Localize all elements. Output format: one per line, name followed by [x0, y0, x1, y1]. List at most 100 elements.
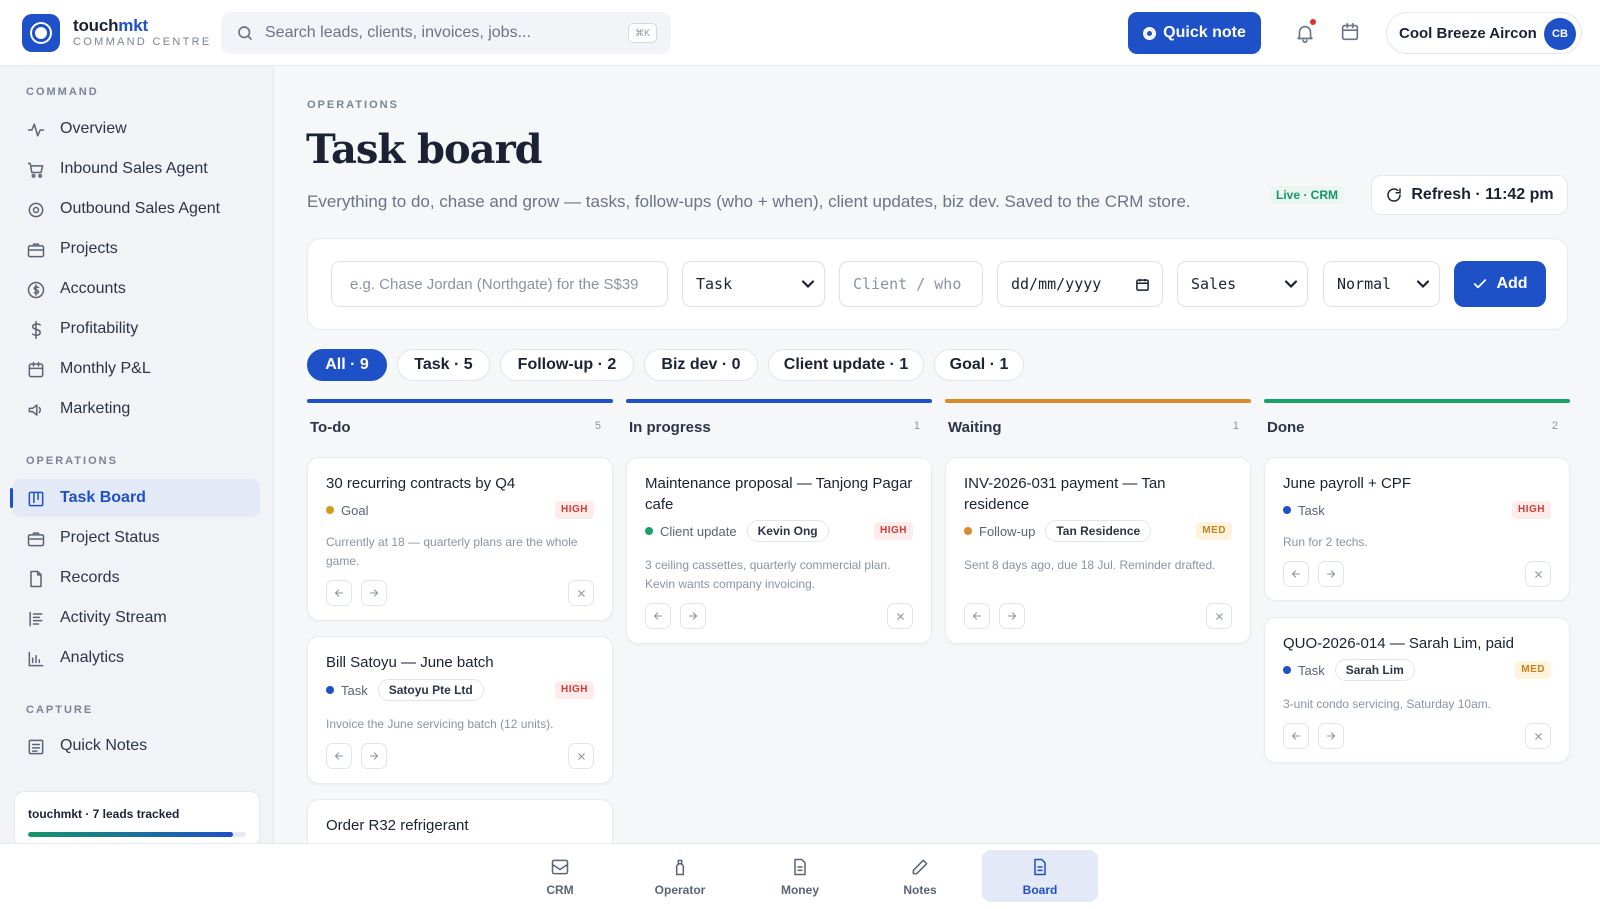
delete-button[interactable] [568, 743, 594, 769]
leads-progress-bar [28, 832, 246, 837]
client-pill[interactable]: Satoyu Pte Ltd [377, 679, 484, 701]
client-pill[interactable]: Sarah Lim [1334, 659, 1415, 681]
card-title: INV-2026-031 payment — Tan residence [964, 475, 1166, 513]
app-logo-icon[interactable] [22, 14, 60, 52]
bottom-tab-money[interactable]: Money [742, 850, 858, 902]
filter-task[interactable]: Task · 5 [397, 349, 490, 381]
card-description: Currently at 18 — quarterly plans are th… [326, 535, 578, 568]
refresh-icon [1387, 188, 1402, 202]
sidebar-item-project-status[interactable]: Project Status [12, 519, 260, 557]
move-left-button[interactable] [645, 603, 671, 629]
move-right-button[interactable] [361, 580, 387, 606]
calendar-icon[interactable] [1339, 21, 1361, 43]
move-right-button[interactable] [680, 603, 706, 629]
sidebar-item-quick-notes[interactable]: Quick Notes [12, 727, 260, 765]
sidebar-item-task-board[interactable]: Task Board [10, 479, 260, 517]
task-card[interactable]: 30 recurring contracts by Q4 Goal HIGH C… [307, 457, 613, 621]
search-bar[interactable]: ⌘K [221, 12, 671, 54]
card-actions [326, 743, 594, 769]
delete-button[interactable] [1525, 561, 1551, 587]
filter-all[interactable]: All · 9 [307, 349, 387, 381]
quick-note-button[interactable]: Quick note [1128, 12, 1261, 54]
move-left-button[interactable] [1283, 561, 1309, 587]
bottom-tab-operator[interactable]: Operator [622, 850, 738, 902]
delete-button[interactable] [1525, 723, 1551, 749]
column-title: To-do [310, 419, 351, 436]
bottom-tab-notes[interactable]: Notes [862, 850, 978, 902]
delete-button[interactable] [1206, 603, 1232, 629]
type-select[interactable]: Task [682, 261, 825, 307]
move-left-button[interactable] [326, 743, 352, 769]
chevron-down-icon [1417, 280, 1429, 289]
card-type: Follow-up [979, 523, 1036, 539]
sidebar-item-inbound-sales-agent[interactable]: Inbound Sales Agent [12, 150, 260, 188]
move-left-button[interactable] [1283, 723, 1309, 749]
filter-biz-dev[interactable]: Biz dev · 0 [644, 349, 758, 381]
refresh-button[interactable]: Refresh · 11:42 pm [1371, 175, 1568, 215]
move-left-button[interactable] [964, 603, 990, 629]
move-right-button[interactable] [999, 603, 1025, 629]
task-card[interactable]: QUO-2026-014 — Sarah Lim, paid Task Sara… [1264, 617, 1570, 763]
due-date-input[interactable]: dd/mm/yyyy [997, 261, 1163, 307]
close-icon [1534, 570, 1542, 578]
account-switcher[interactable]: Cool Breeze Aircon CB [1386, 12, 1582, 54]
client-pill[interactable]: Tan Residence [1045, 520, 1152, 542]
sidebar-item-accounts[interactable]: Accounts [12, 270, 260, 308]
priority-badge: HIGH [874, 522, 913, 540]
card-type: Task [1298, 502, 1325, 518]
client-input[interactable] [839, 261, 983, 307]
arrow-right-icon [1326, 732, 1336, 740]
delete-button[interactable] [887, 603, 913, 629]
sidebar-item-label: Activity Stream [60, 609, 167, 626]
client-pill[interactable]: Kevin Ong [746, 520, 829, 542]
priority-badge: MED [1515, 661, 1551, 679]
move-right-button[interactable] [1318, 561, 1344, 587]
activity-list-icon [29, 611, 43, 627]
task-card[interactable]: Bill Satoyu — June batch Task Satoyu Pte… [307, 636, 613, 784]
briefcase-icon [27, 243, 45, 258]
sidebar-item-outbound-sales-agent[interactable]: Outbound Sales Agent [12, 190, 260, 228]
move-right-button[interactable] [1318, 723, 1344, 749]
bottom-tab-crm[interactable]: CRM [502, 850, 618, 902]
sidebar-item-label: Project Status [60, 529, 160, 546]
card-description: 3-unit condo servicing, Saturday 10am. [1283, 697, 1492, 711]
card-actions [964, 603, 1232, 629]
category-select[interactable]: Sales [1177, 261, 1308, 307]
column-count: 5 [594, 420, 601, 432]
sidebar-item-projects[interactable]: Projects [12, 230, 260, 268]
task-card[interactable]: Maintenance proposal — Tanjong Pagar caf… [626, 457, 932, 644]
priority-select[interactable]: Normal [1323, 261, 1440, 307]
sidebar-item-overview[interactable]: Overview [12, 110, 260, 148]
add-button[interactable]: Add [1454, 261, 1546, 307]
move-left-button[interactable] [326, 580, 352, 606]
sidebar-item-label: Marketing [60, 400, 131, 417]
bottom-tab-board[interactable]: Board [982, 850, 1098, 902]
sidebar-item-records[interactable]: Records [12, 559, 260, 597]
search-input[interactable] [265, 12, 605, 54]
sidebar-item-label: Outbound Sales Agent [60, 200, 221, 217]
sidebar-item-analytics[interactable]: Analytics [12, 639, 260, 677]
filter-goal[interactable]: Goal · 1 [934, 349, 1024, 381]
sidebar-item-monthly-pl[interactable]: Monthly P&L [12, 350, 260, 388]
delete-button[interactable] [568, 580, 594, 606]
record-icon [1143, 26, 1157, 40]
sidebar-section-capture: CAPTURE [26, 704, 94, 716]
close-icon [1215, 612, 1223, 620]
type-dot [326, 506, 334, 514]
task-card[interactable]: June payroll + CPF Task HIGH Run for 2 t… [1264, 457, 1570, 601]
move-right-button[interactable] [361, 743, 387, 769]
cart-icon [27, 162, 44, 178]
card-title: QUO-2026-014 — Sarah Lim, paid [1283, 635, 1514, 652]
sidebar-item-profitability[interactable]: Profitability [12, 310, 260, 348]
check-icon [1474, 279, 1487, 289]
search-shortcut-badge: ⌘K [627, 23, 657, 43]
card-meta: Task HIGH [1283, 499, 1551, 521]
filter-follow-up[interactable]: Follow-up · 2 [500, 349, 634, 381]
task-card[interactable]: INV-2026-031 payment — Tan residence Fol… [945, 457, 1251, 644]
filter-client-update[interactable]: Client update · 1 [768, 349, 924, 381]
avatar: CB [1544, 18, 1576, 50]
sidebar-item-activity-stream[interactable]: Activity Stream [12, 599, 260, 637]
sidebar-item-label: Quick Notes [60, 737, 148, 754]
sidebar-item-marketing[interactable]: Marketing [12, 390, 260, 428]
task-title-input[interactable] [331, 261, 668, 307]
